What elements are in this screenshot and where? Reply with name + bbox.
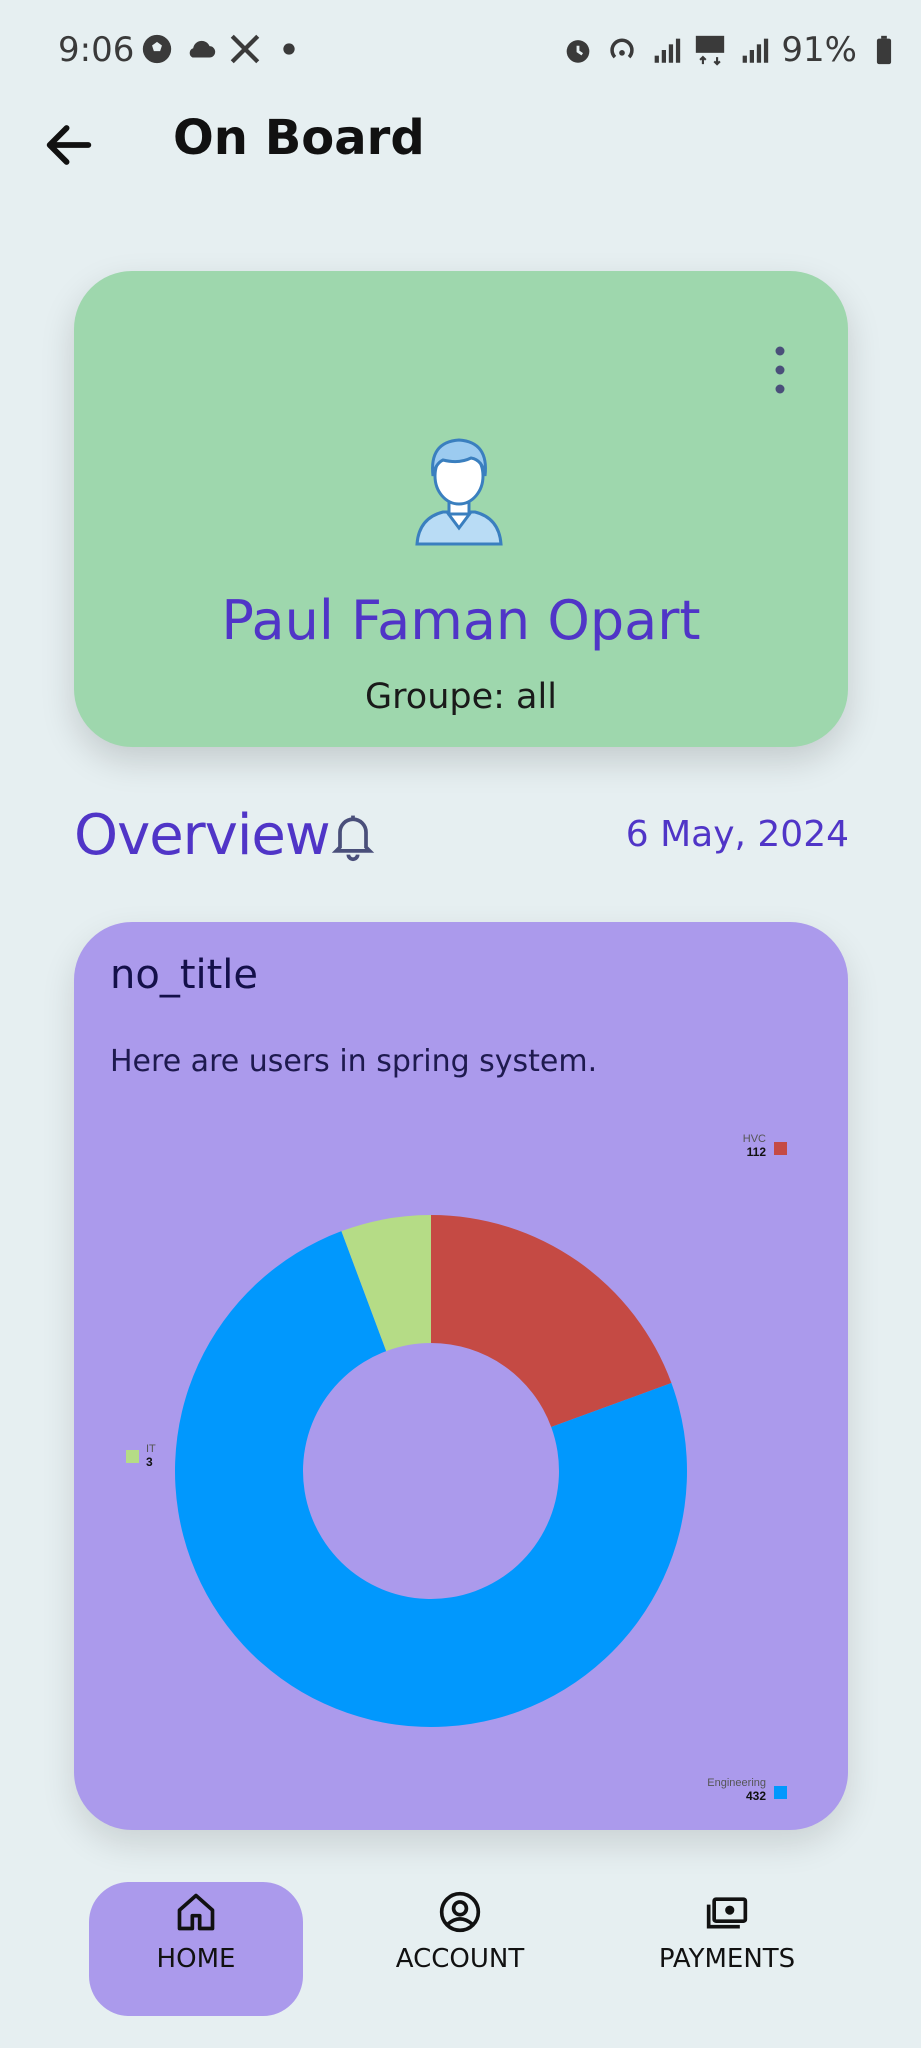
legend-label: IT — [146, 1443, 156, 1455]
profile-card: Paul Faman Opart Groupe: all — [74, 271, 848, 747]
legend-value: 3 — [146, 1455, 153, 1469]
status-bar: 9:06 91% — [0, 0, 921, 104]
nav-payments[interactable]: PAYMENTS — [615, 1882, 839, 2016]
chart-card: no_title Here are users in spring system… — [74, 922, 848, 1830]
battery-percentage: 91% — [781, 30, 857, 70]
signal-icon — [655, 38, 681, 63]
legend-engineering: Engineering432 — [707, 1777, 787, 1803]
nav-home[interactable]: HOME — [89, 1882, 303, 2016]
more-options-icon[interactable] — [768, 343, 792, 397]
status-time: 9:06 — [58, 30, 135, 70]
overview-title: Overview — [74, 803, 331, 868]
alarm-icon — [567, 40, 590, 63]
hotspot-icon — [610, 38, 635, 59]
signal-icon — [743, 38, 769, 63]
bottom-navigation: HOME ACCOUNT PAYMENTS — [0, 1866, 921, 2048]
overview-date: 6 May, 2024 — [625, 814, 849, 855]
cloud-icon — [189, 40, 216, 58]
legend-label: Engineering — [707, 1777, 766, 1789]
dot-icon — [283, 43, 295, 55]
avatar — [415, 438, 503, 546]
nav-payments-label: PAYMENTS — [658, 1944, 796, 1974]
nav-account[interactable]: ACCOUNT — [355, 1882, 565, 2016]
page-title: On Board — [173, 110, 425, 166]
legend-it: IT3 — [126, 1443, 156, 1469]
home-icon — [177, 1893, 215, 1931]
account-icon — [439, 1891, 481, 1933]
soccer-ball-icon — [142, 34, 172, 64]
nav-account-label: ACCOUNT — [395, 1944, 525, 1974]
profile-group: Groupe: all — [365, 677, 557, 717]
donut-chart: HVC112 IT3 Engineering432 — [126, 1133, 787, 1803]
legend-value: 112 — [747, 1145, 767, 1159]
bell-icon[interactable] — [330, 810, 376, 862]
nav-home-label: HOME — [156, 1944, 236, 1974]
profile-name: Paul Faman Opart — [221, 589, 701, 652]
battery-icon — [876, 35, 892, 65]
legend-value: 432 — [746, 1789, 766, 1803]
legend-swatch — [774, 1786, 787, 1799]
status-notification-icons — [140, 32, 306, 66]
legend-swatch — [774, 1142, 787, 1155]
status-system-icons: 91% — [561, 30, 901, 70]
legend-label: HVC — [743, 1133, 766, 1145]
legend-swatch — [126, 1450, 139, 1463]
back-arrow-icon[interactable] — [40, 116, 98, 174]
slice-hvc[interactable] — [431, 1215, 672, 1428]
payments-icon — [706, 1897, 748, 1929]
x-logo-icon — [230, 34, 260, 64]
legend-hvc: HVC112 — [743, 1133, 787, 1159]
5g-icon — [696, 35, 725, 66]
